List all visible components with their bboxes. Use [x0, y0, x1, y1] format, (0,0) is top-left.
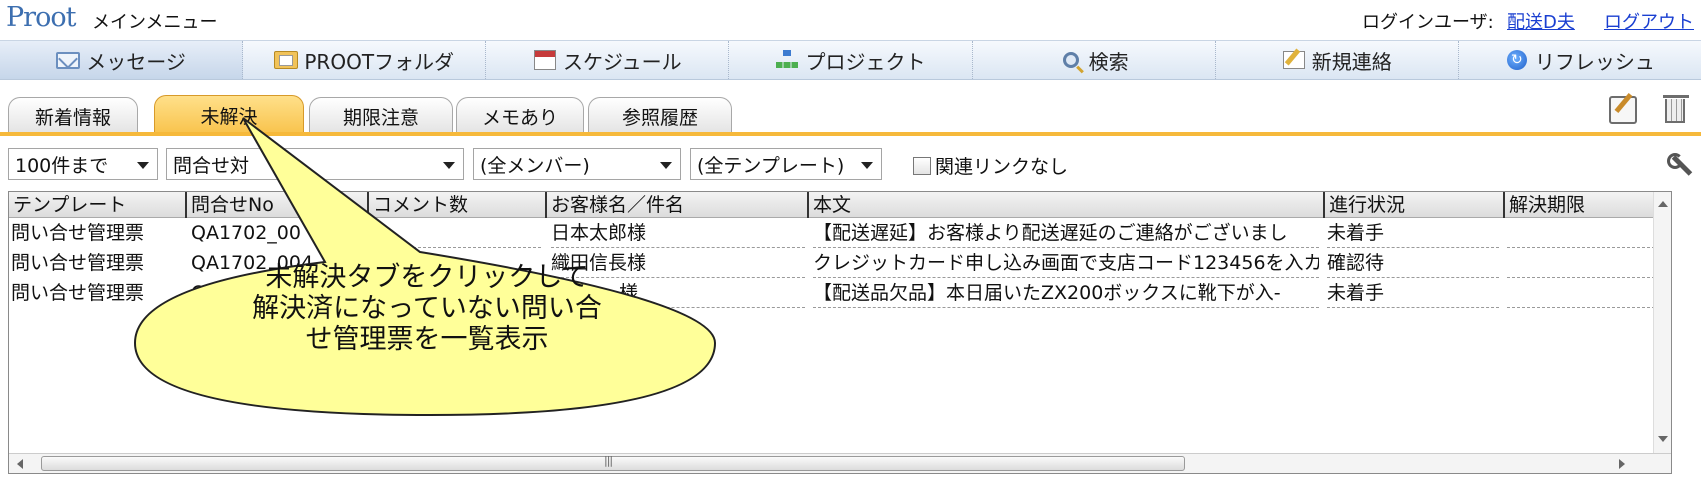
cell-inquiry-no: QA1702_00 [191, 222, 301, 244]
horizontal-scroll-thumb[interactable] [41, 454, 1185, 471]
toolbar-item-label: 検索 [1088, 49, 1129, 74]
project-icon [775, 50, 799, 70]
cell-template: 問い合せ管理票 [11, 222, 145, 244]
header: Proot メインメニュー ログインユーザ: 配送D夫 ログアウト [0, 0, 1701, 40]
filter-bar: 100件まで 問合せ対 (全メンバー) (全テンプレート) 関連リンクなし [0, 148, 1701, 184]
template-select[interactable]: (全テンプレート) [690, 148, 882, 180]
toolbar-item-label: リフレッシュ [1534, 49, 1655, 74]
table-row[interactable]: 問い合せ管理票 QA1702_004 織田信長様 クレジットカード申し込み画面で… [9, 248, 1655, 278]
proot-logo[interactable]: Proot [6, 2, 76, 33]
main-toolbar: メッセージ PROOTフォルダ スケジュール プロジェクト 検索 新規連絡 ↻ … [0, 40, 1701, 80]
cell-deadline [1507, 278, 1655, 308]
cell-body: クレジットカード申し込み画面で支店コード123456を入カ [813, 248, 1319, 278]
cell-inquiry-no: QA1702_004 [191, 252, 314, 274]
column-header-deadline[interactable]: 解決期限 [1503, 192, 1655, 218]
refresh-icon: ↻ [1505, 50, 1529, 70]
chevron-down-icon [660, 162, 672, 169]
chevron-down-icon [137, 162, 149, 169]
cell-inquiry-no: Q [191, 282, 206, 304]
no-link-checkbox[interactable] [913, 156, 931, 175]
member-select[interactable]: (全メンバー) [473, 148, 681, 180]
table-row[interactable]: 問い合せ管理票 Q 様 【配送品欠品】本日届いたZX200ボックスに靴下が入- … [9, 278, 1655, 308]
chevron-down-icon [443, 162, 455, 169]
cell-body: 【配送品欠品】本日届いたZX200ボックスに靴下が入- [813, 278, 1319, 308]
tab-unresolved[interactable]: 未解決 [154, 95, 304, 135]
column-header-comment-count[interactable]: コメント数 [367, 192, 545, 218]
toolbar-item-label: 新規連絡 [1311, 49, 1392, 74]
cell-customer: 織田信長様 [551, 248, 805, 278]
horizontal-scrollbar[interactable] [9, 453, 1671, 473]
logout-link[interactable]: ログアウト [1604, 8, 1694, 34]
mail-icon [56, 50, 81, 70]
tab-bar: 新着情報 未解決 期限注意 メモあり 参照履歴 [0, 88, 1701, 136]
column-header-inquiry-no[interactable]: 問合せNo [185, 192, 367, 218]
target-select-value: 問合せ対 [173, 154, 250, 177]
cell-customer: 日本太郎様 [551, 218, 805, 248]
table-header: テンプレート 問合せNo コメント数 お客様名／件名 本文 進行状況 解決期限 [9, 192, 1655, 218]
cell-comment-count [373, 278, 541, 308]
toolbar-search-button[interactable]: 検索 [973, 41, 1216, 79]
toolbar-folder-button[interactable]: PROOTフォルダ [243, 41, 487, 79]
target-select[interactable]: 問合せ対 [166, 148, 464, 180]
toolbar-messages-button[interactable]: メッセージ [0, 41, 244, 79]
scroll-left-icon[interactable] [17, 459, 23, 469]
cell-customer: 様 [551, 278, 805, 308]
toolbar-item-label: メッセージ [86, 49, 186, 74]
trash-icon[interactable] [1661, 95, 1689, 124]
toolbar-item-label: PROOTフォルダ [304, 49, 455, 74]
toolbar-project-button[interactable]: プロジェクト [729, 41, 973, 79]
cell-status: 未着手 [1327, 218, 1499, 248]
table-row[interactable]: 問い合せ管理票 QA1702_00 日本太郎様 【配送遅延】お客様より配送遅延の… [9, 218, 1655, 248]
login-user-link[interactable]: 配送D夫 [1507, 8, 1575, 34]
scroll-right-icon[interactable] [1619, 459, 1625, 469]
wrench-icon[interactable] [1666, 151, 1694, 179]
limit-select-value: 100件まで [15, 154, 109, 177]
cell-body: 【配送遅延】お客様より配送遅延のご連絡がございまし [813, 218, 1319, 248]
cell-status: 未着手 [1327, 278, 1499, 308]
cell-template: 問い合せ管理票 [11, 252, 145, 274]
no-link-filter: 関連リンクなし [913, 152, 1068, 179]
scroll-up-icon[interactable] [1658, 201, 1668, 207]
member-select-value: (全メンバー) [480, 154, 590, 177]
tab-underline [0, 132, 1701, 136]
inquiry-table: テンプレート 問合せNo コメント数 お客様名／件名 本文 進行状況 解決期限 … [8, 191, 1672, 474]
column-header-customer[interactable]: お客様名／件名 [545, 192, 807, 218]
limit-select[interactable]: 100件まで [8, 148, 158, 180]
no-link-label: 関連リンクなし [935, 156, 1069, 178]
tab-new-info[interactable]: 新着情報 [8, 97, 138, 135]
toolbar-item-label: プロジェクト [805, 49, 926, 74]
cell-deadline [1507, 218, 1655, 248]
calendar-icon [533, 50, 557, 70]
toolbar-new-contact-button[interactable]: 新規連絡 [1216, 41, 1459, 79]
cell-comment-count [373, 248, 541, 278]
toolbar-refresh-button[interactable]: ↻ リフレッシュ [1459, 41, 1701, 79]
login-user-label: ログインユーザ: [1362, 12, 1494, 33]
cell-template: 問い合せ管理票 [11, 282, 145, 304]
template-select-value: (全テンプレート) [697, 154, 845, 177]
vertical-scrollbar[interactable] [1653, 192, 1671, 454]
toolbar-item-label: スケジュール [563, 49, 682, 74]
cell-status: 確認待 [1327, 248, 1499, 278]
column-header-status[interactable]: 進行状況 [1323, 192, 1503, 218]
column-header-template[interactable]: テンプレート [9, 192, 185, 218]
column-header-body[interactable]: 本文 [807, 192, 1323, 218]
scroll-down-icon[interactable] [1658, 436, 1668, 442]
toolbar-schedule-button[interactable]: スケジュール [486, 41, 730, 79]
chevron-down-icon [861, 162, 873, 169]
page-title: メインメニュー [92, 12, 218, 33]
cell-comment-count [373, 218, 541, 248]
cell-deadline [1507, 248, 1655, 278]
tab-deadline-warning[interactable]: 期限注意 [309, 97, 453, 135]
tab-reference-history[interactable]: 参照履歴 [588, 97, 732, 135]
search-icon [1059, 50, 1083, 70]
new-contact-icon [1282, 50, 1306, 70]
tab-with-memo[interactable]: メモあり [456, 97, 584, 135]
folder-icon [274, 50, 299, 70]
memo-edit-icon[interactable] [1609, 96, 1637, 124]
